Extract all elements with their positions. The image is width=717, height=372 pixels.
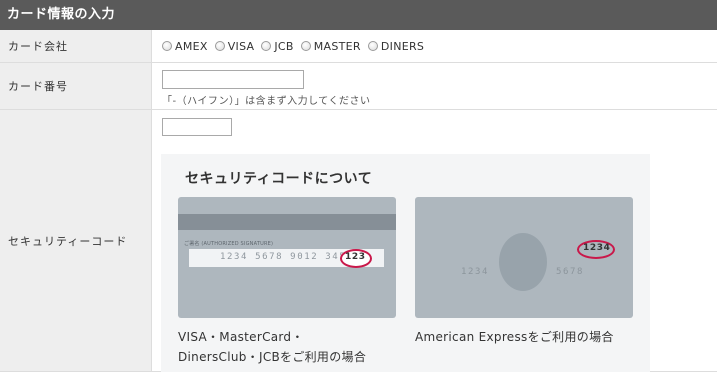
card-number-row: カード番号 「-（ハイフン）」は含まず入力してください [0,63,717,110]
front-number-left: 1234 [461,267,490,277]
radio-jcb-label: JCB [274,39,294,53]
signature-card-number: 1234 5678 9012 3456 [220,252,354,262]
security-code-back: 123 [345,252,366,262]
radio-diners-circle[interactable] [367,41,378,51]
front-card-caption: American Expressをご利用の場合 [415,330,614,344]
security-code-info-title: セキュリティコードについて [185,171,373,187]
card-front-illustration: 1234 5678 1234 [415,197,633,318]
card-company-label: カード会社 [0,30,152,62]
signature-label: ご署名 (AUTHORIZED SIGNATURE) [184,241,274,247]
back-card-caption-line2: DinersClub・JCBをご利用の場合 [178,350,367,364]
radio-visa-label: VISA [227,39,255,53]
radio-jcb[interactable]: JCB [261,40,293,53]
radio-amex-label: AMEX [175,39,208,53]
radio-visa[interactable]: VISA [214,39,255,53]
card-number-body: 「-（ハイフン）」は含まず入力してください [152,63,717,109]
radio-master[interactable]: MASTER [300,39,361,53]
security-code-info-box: セキュリティコードについて ご署名 (AUTHORIZED SIGNATURE)… [161,154,650,372]
security-code-row: セキュリティーコード セキュリティコードについて ご署名 (AUTHORIZED… [0,110,717,372]
back-card-caption: VISA・MasterCard・ DinersClub・JCBをご利用の場合 [178,327,398,367]
security-code-label: セキュリティーコード [0,110,152,371]
form-header: カード情報の入力 [0,0,717,30]
card-company-row: カード会社 AMEX VISA JCB MASTER DINERS [0,30,717,63]
radio-amex-circle[interactable] [162,41,172,51]
radio-master-label: MASTER [313,39,361,53]
card-company-radio-group: AMEX VISA JCB MASTER DINERS [162,30,431,62]
card-back-illustration: ご署名 (AUTHORIZED SIGNATURE) 1234 5678 901… [178,197,396,318]
magnetic-stripe [178,214,396,230]
card-number-label: カード番号 [0,63,152,109]
security-code-input[interactable] [162,118,232,136]
card-info-form: カード情報の入力 カード会社 AMEX VISA JCB MASTER DINE… [0,0,717,372]
security-code-front: 1234 [583,243,611,253]
card-number-input[interactable] [162,70,304,89]
radio-diners-label: DINERS [380,39,425,53]
back-card-caption-line1: VISA・MasterCard・ [178,330,304,344]
card-emblem [499,233,547,291]
radio-master-circle[interactable] [300,41,311,51]
radio-visa-circle[interactable] [214,41,225,51]
radio-diners[interactable]: DINERS [367,39,425,53]
radio-jcb-circle[interactable] [261,41,272,51]
card-company-body: AMEX VISA JCB MASTER DINERS [152,30,717,62]
card-number-hint: 「-（ハイフン）」は含まず入力してください [162,96,371,107]
security-code-body: セキュリティコードについて ご署名 (AUTHORIZED SIGNATURE)… [152,110,717,372]
radio-amex[interactable]: AMEX [162,40,208,53]
front-number-right: 5678 [556,267,585,277]
